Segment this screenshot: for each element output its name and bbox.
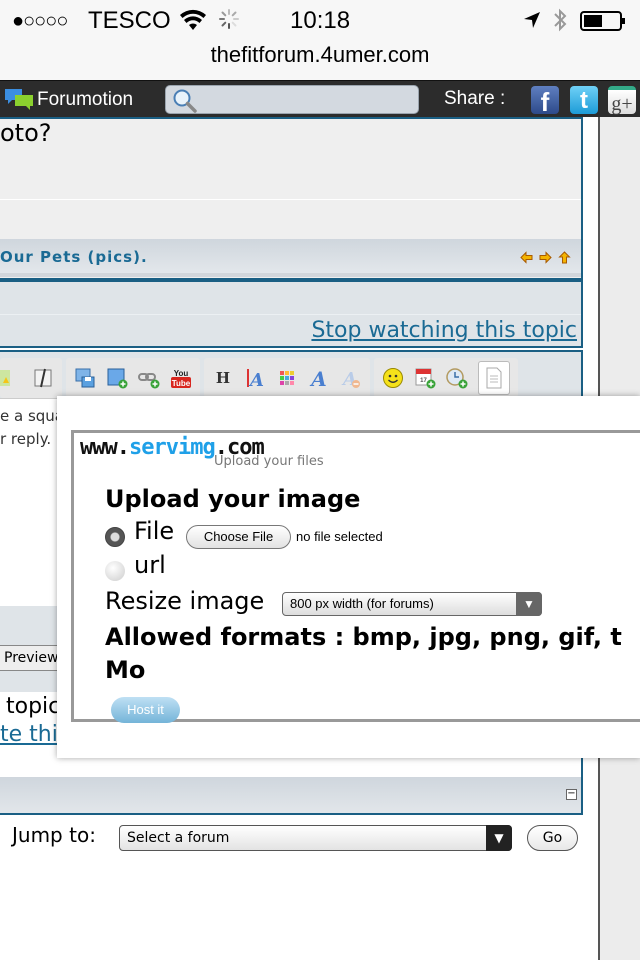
up-arrow-icon[interactable] [558,251,571,264]
toolbar-group-4: 17 [374,358,518,398]
search-icon [173,89,197,113]
google-plus-icon: g+ [611,93,633,115]
signal-strength: ●○○○○ [12,10,68,32]
twitter-share-button[interactable]: t [570,86,598,114]
date-icon[interactable]: 17 [414,367,436,389]
battery-icon [580,11,625,31]
file-radio[interactable] [105,527,125,547]
svg-text:You: You [174,369,189,378]
search-input[interactable] [165,85,419,114]
go-button[interactable]: Go [527,825,578,851]
previous-arrow-icon[interactable] [520,251,533,264]
editor-toolbar: You Tube H A A A 17 [0,358,518,398]
servimg-tagline: Upload your files [214,454,324,469]
upload-title: Upload your image [105,485,361,513]
jump-to-label: Jump to: [12,823,96,847]
forumotion-brand[interactable]: Forumotion [37,89,133,111]
svg-text:17: 17 [420,378,427,384]
logo-brand: servimg [128,435,216,460]
chevron-down-icon: ▼ [516,592,542,616]
jump-to-select[interactable]: Select a forum ▼ [119,825,512,851]
svg-text:A: A [248,370,264,389]
share-label: Share : [444,88,506,109]
collapse-icon[interactable]: − [566,789,577,800]
message-line: e a squa [0,407,64,425]
resize-value: 800 px width (for forums) [290,596,434,611]
code-icon[interactable] [32,367,54,389]
insert-image-icon[interactable] [106,367,128,389]
facebook-share-button[interactable]: f [531,86,559,114]
formats-line: Allowed formats : bmp, jpg, png, gif, t [105,623,622,651]
post-text: oto? [0,119,52,147]
url-radio[interactable] [105,561,125,581]
font-icon[interactable]: A [308,367,330,389]
carrier-name: TESCO [88,7,171,34]
file-status: no file selected [296,529,383,544]
chevron-down-icon: ▼ [486,825,512,851]
resize-select[interactable]: 800 px width (for forums) ▼ [282,592,542,616]
stop-watching-link[interactable]: Stop watching this topic [311,318,577,343]
source-mode-button[interactable] [478,361,510,395]
category-bar: Our Pets (pics). [0,239,581,277]
post-section: oto? Our Pets (pics). [0,117,583,280]
remove-format-icon[interactable]: A [340,367,362,389]
file-radio-label[interactable]: File [134,517,174,545]
document-icon [486,367,502,389]
jump-to-value: Select a forum [127,830,230,846]
wifi-icon [180,9,206,30]
smiley-icon[interactable] [382,367,404,389]
logo-prefix: www. [80,435,130,460]
allowed-formats: Allowed formats : bmp, jpg, png, gif, t … [105,621,640,687]
insert-link-icon[interactable] [138,367,160,389]
address-bar[interactable]: thefitforum.4umer.com [0,40,640,80]
preview-button[interactable]: Preview [0,645,64,671]
screen: ●○○○○ TESCO 10:18 thefitforum.4umer.com … [0,0,640,960]
font-size-icon[interactable]: A [244,367,266,389]
forumotion-logo-icon[interactable] [4,87,34,111]
message-line: r reply. [0,430,52,448]
svg-text:Tube: Tube [172,379,191,388]
topic-navigation [520,251,571,264]
forumotion-toolbar: Forumotion Share : f t g+ [0,80,640,117]
formats-line: Mo [105,656,146,684]
toolbar-group-2: You Tube [66,358,200,398]
google-plus-share-button[interactable]: g+ [608,86,636,115]
time-icon[interactable] [446,367,468,389]
location-arrow-icon [524,12,540,28]
facebook-icon: f [540,87,550,114]
twitter-icon: t [580,87,588,114]
category-title[interactable]: Our Pets (pics). [0,248,148,266]
watch-section: Stop watching this topic [0,280,583,348]
host-image-icon[interactable] [74,367,96,389]
color-icon[interactable] [276,367,298,389]
spoiler-icon[interactable] [0,367,22,389]
status-bar: ●○○○○ TESCO 10:18 [0,0,640,40]
activity-spinner-icon [219,9,239,29]
toolbar-group-3: H A A A [204,358,370,398]
servimg-frame: www.servimg.com Upload your files Upload… [71,430,640,723]
choose-file-button[interactable]: Choose File [186,525,291,549]
upload-image-popup: www.servimg.com Upload your files Upload… [57,396,640,758]
divider [0,199,581,200]
bluetooth-icon [554,8,567,32]
youtube-icon[interactable]: YouTube [170,367,192,389]
clock: 10:18 [290,7,351,34]
toolbar-group-1 [0,358,62,398]
heading-icon[interactable]: H [212,367,234,389]
footer-bar: − [0,777,583,815]
topic-text: topic [6,694,61,719]
url-radio-label[interactable]: url [134,551,166,579]
next-arrow-icon[interactable] [539,251,552,264]
svg-text:A: A [309,367,327,389]
host-it-button[interactable]: Host it [111,697,180,723]
divider [0,314,581,315]
resize-label: Resize image [105,587,265,615]
url-text[interactable]: thefitforum.4umer.com [211,40,430,69]
